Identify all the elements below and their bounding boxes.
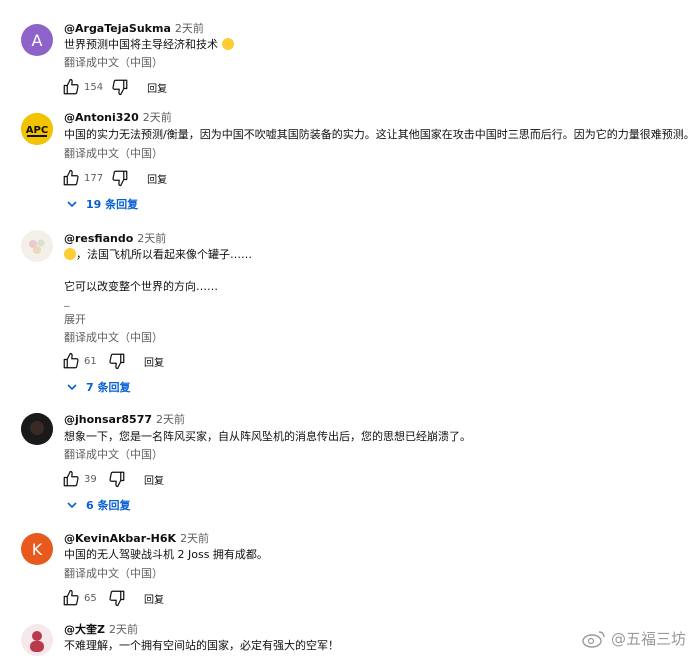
- like-count: 65: [84, 592, 97, 604]
- comment-text-line: _: [64, 294, 70, 307]
- timestamp[interactable]: 2天前: [180, 532, 209, 545]
- reply-button[interactable]: 回复: [147, 80, 167, 95]
- timestamp[interactable]: 2天前: [109, 623, 138, 636]
- like-icon[interactable]: [62, 78, 80, 96]
- chevron-down-icon: [66, 198, 78, 210]
- timestamp[interactable]: 2天前: [137, 232, 166, 245]
- like-icon[interactable]: [62, 589, 80, 607]
- grinning-emoji-icon: [64, 248, 76, 260]
- username[interactable]: @jhonsar8577: [64, 413, 152, 426]
- dislike-icon[interactable]: [111, 78, 129, 96]
- avatar[interactable]: K: [21, 533, 53, 565]
- like-count: 177: [84, 172, 104, 184]
- comment-text: 中国的无人驾驶战斗机 2 Joss 拥有成都。: [64, 548, 268, 561]
- comment-text: 世界预测中国将主导经济和技术: [64, 37, 234, 53]
- view-replies-button[interactable]: 6 条回复: [66, 497, 130, 513]
- translate-link[interactable]: 翻译成中文（中国）: [64, 56, 163, 70]
- comment-header: @resfiando 2天前: [64, 232, 166, 246]
- dark-avatar-icon: [21, 413, 53, 445]
- comment-header: @大奎Z 2天前: [64, 623, 138, 637]
- comment-text-line: ，法国飞机所以看起来像个罐子……: [64, 247, 252, 263]
- reply-button[interactable]: 回复: [147, 171, 167, 186]
- translate-link[interactable]: 翻译成中文（中国）: [64, 147, 163, 161]
- reply-button[interactable]: 回复: [144, 354, 164, 369]
- astonished-emoji-icon: [221, 38, 234, 50]
- avatar[interactable]: [21, 413, 53, 445]
- username[interactable]: @ArgaTejaSukma: [64, 22, 171, 35]
- comment-text: 想象一下，您是一名阵风买家，自从阵风坠机的消息传出后，您的思想已经崩溃了。: [64, 430, 471, 443]
- like-count: 154: [84, 81, 104, 93]
- comment-actions: 61 回复: [62, 351, 164, 371]
- username[interactable]: @resfiando: [64, 232, 133, 245]
- watermark: @五福三坊: [581, 628, 686, 649]
- avatar[interactable]: [21, 624, 53, 656]
- dislike-icon[interactable]: [108, 470, 126, 488]
- avatar[interactable]: APC: [21, 113, 53, 145]
- translate-link[interactable]: 翻译成中文（中国）: [64, 331, 163, 345]
- comment-header: @Antoni320 2天前: [64, 111, 172, 125]
- avatar[interactable]: [21, 230, 53, 262]
- dislike-icon[interactable]: [108, 589, 126, 607]
- comment-actions: 177 回复: [62, 168, 167, 188]
- comment-text-line: 它可以改变整个世界的方向……: [64, 280, 218, 293]
- username[interactable]: @KevinAkbar-H6K: [64, 532, 176, 545]
- timestamp[interactable]: 2天前: [143, 111, 172, 124]
- figure-avatar-icon: [21, 624, 53, 656]
- svg-text:APC: APC: [26, 125, 48, 136]
- weibo-logo-icon: [582, 630, 605, 648]
- apc-logo-icon: APC: [21, 113, 53, 145]
- like-icon[interactable]: [62, 169, 80, 187]
- flower-avatar-icon: [21, 230, 53, 262]
- avatar[interactable]: A: [21, 24, 53, 56]
- translate-link[interactable]: 翻译成中文（中国）: [64, 448, 163, 462]
- like-icon[interactable]: [62, 470, 80, 488]
- like-count: 39: [84, 473, 97, 485]
- comment-text: 不难理解，一个拥有空间站的国家，必定有强大的空军！: [64, 639, 339, 652]
- like-count: 61: [84, 355, 97, 367]
- like-icon[interactable]: [62, 352, 80, 370]
- comment-actions: 65 回复: [62, 588, 164, 608]
- reply-button[interactable]: 回复: [144, 472, 164, 487]
- chevron-down-icon: [66, 499, 78, 511]
- translate-link[interactable]: 翻译成中文（中国）: [64, 567, 163, 581]
- comment-header: @KevinAkbar-H6K 2天前: [64, 532, 209, 546]
- comment-actions: 154 回复: [62, 77, 167, 97]
- comment-header: @jhonsar8577 2天前: [64, 413, 185, 427]
- chevron-down-icon: [66, 381, 78, 393]
- comment-header: @ArgaTejaSukma 2天前: [64, 22, 204, 36]
- username[interactable]: @Antoni320: [64, 111, 139, 124]
- timestamp[interactable]: 2天前: [156, 413, 185, 426]
- dislike-icon[interactable]: [108, 352, 126, 370]
- dislike-icon[interactable]: [111, 169, 129, 187]
- reply-button[interactable]: 回复: [144, 591, 164, 606]
- view-replies-button[interactable]: 7 条回复: [66, 379, 130, 395]
- timestamp[interactable]: 2天前: [175, 22, 204, 35]
- comment-actions: 39 回复: [62, 469, 164, 489]
- comment-text: 中国的实力无法预测/衡量，因为中国不吹嘘其国防装备的实力。这让其他国家在攻击中国…: [64, 128, 695, 141]
- expand-link[interactable]: 展开: [64, 313, 86, 327]
- username[interactable]: @大奎Z: [64, 623, 105, 636]
- view-replies-button[interactable]: 19 条回复: [66, 196, 138, 212]
